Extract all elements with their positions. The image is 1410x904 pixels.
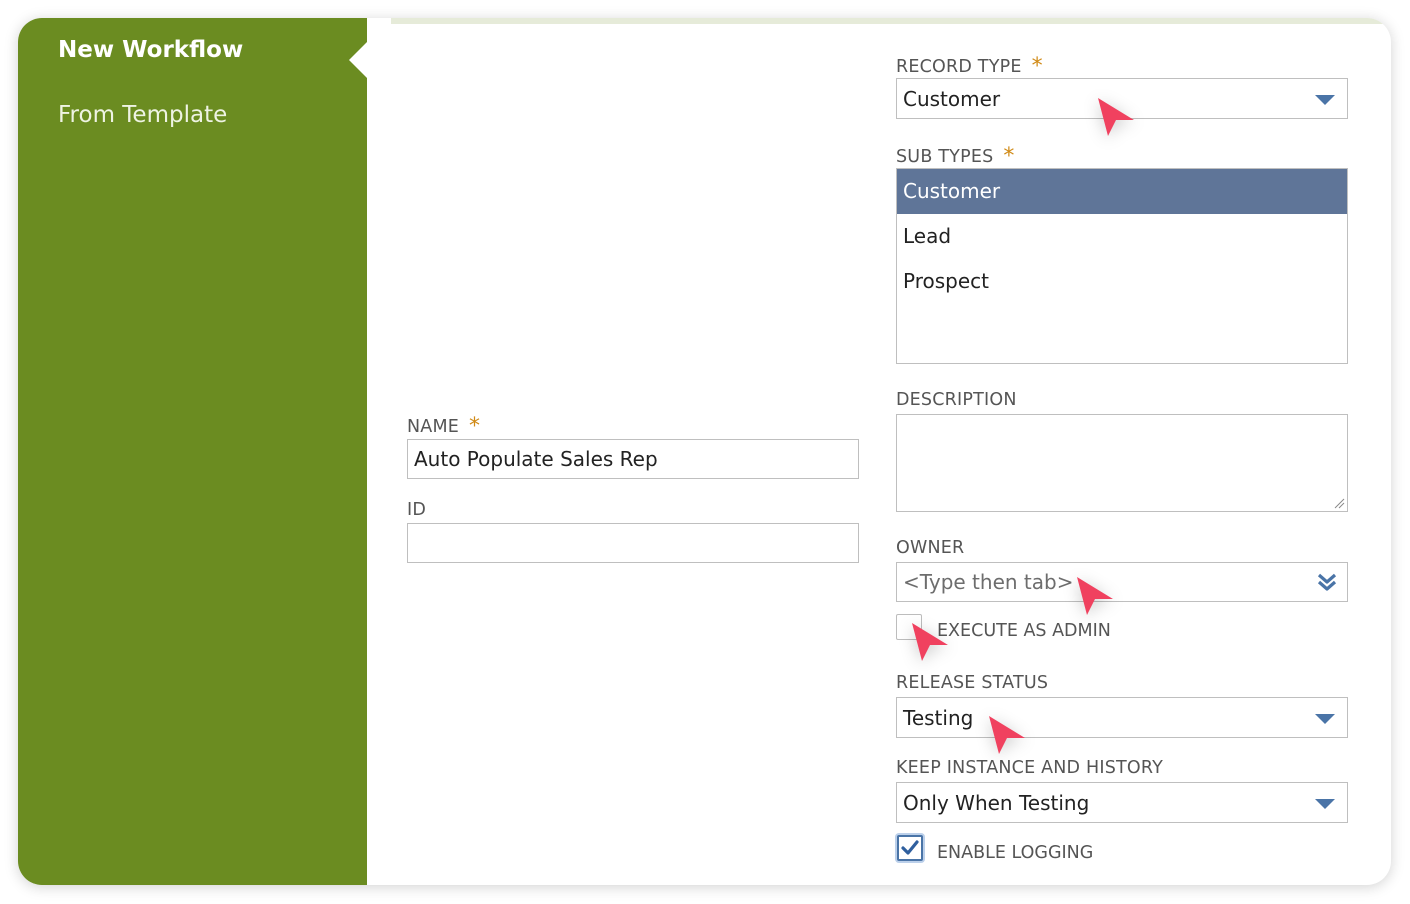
owner-label: OWNER (896, 538, 965, 558)
release-status-label: RELEASE STATUS (896, 673, 1049, 693)
record-type-value: Customer (903, 86, 1001, 111)
keep-instance-label: KEEP INSTANCE AND HISTORY (896, 758, 1164, 778)
sidebar-item-new-workflow[interactable]: New Workflow (58, 37, 243, 63)
double-chevron-down-icon[interactable] (1317, 572, 1337, 592)
name-input[interactable]: Auto Populate Sales Rep (407, 439, 859, 479)
cursor-arrow-icon (912, 623, 948, 661)
top-divider (391, 18, 1391, 24)
owner-input[interactable]: <Type then tab> (896, 562, 1348, 602)
release-status-value: Testing (903, 705, 974, 730)
owner-placeholder: <Type then tab> (903, 570, 1074, 594)
enable-logging-checkbox[interactable] (897, 835, 923, 861)
sub-type-option-lead[interactable]: Lead (897, 214, 1347, 259)
required-marker: * (1031, 54, 1043, 79)
active-indicator (349, 42, 367, 78)
sidebar: New Workflow From Template (18, 18, 367, 885)
enable-logging-label: ENABLE LOGGING (937, 843, 1094, 863)
id-label: ID (407, 500, 427, 520)
sidebar-item-from-template[interactable]: From Template (58, 102, 227, 128)
sub-type-option-prospect[interactable]: Prospect (897, 259, 1347, 304)
checkmark-icon (901, 840, 919, 855)
resize-grip-icon[interactable] (1334, 498, 1345, 509)
workflow-card: New Workflow From Template NAME * Auto Po… (18, 18, 1391, 885)
sub-type-option-customer[interactable]: Customer (897, 169, 1347, 214)
execute-as-admin-label: EXECUTE AS ADMIN (937, 621, 1111, 641)
id-input[interactable] (407, 523, 859, 563)
required-marker: * (469, 414, 481, 439)
record-type-label: RECORD TYPE * (896, 54, 1043, 79)
keep-instance-value: Only When Testing (903, 790, 1090, 815)
chevron-down-icon (1315, 798, 1335, 809)
keep-instance-select[interactable]: Only When Testing (896, 782, 1348, 823)
chevron-down-icon (1315, 94, 1335, 105)
chevron-down-icon (1315, 713, 1335, 724)
sub-types-label: SUB TYPES * (896, 144, 1015, 169)
name-label: NAME * (407, 414, 481, 439)
cursor-arrow-icon (1098, 98, 1134, 136)
sub-types-listbox[interactable]: Customer Lead Prospect (896, 168, 1348, 364)
cursor-arrow-icon (989, 716, 1025, 754)
required-marker: * (1003, 144, 1015, 169)
description-textarea[interactable] (896, 414, 1348, 512)
release-status-select[interactable]: Testing (896, 697, 1348, 738)
description-label: DESCRIPTION (896, 390, 1017, 410)
cursor-arrow-icon (1077, 577, 1113, 615)
